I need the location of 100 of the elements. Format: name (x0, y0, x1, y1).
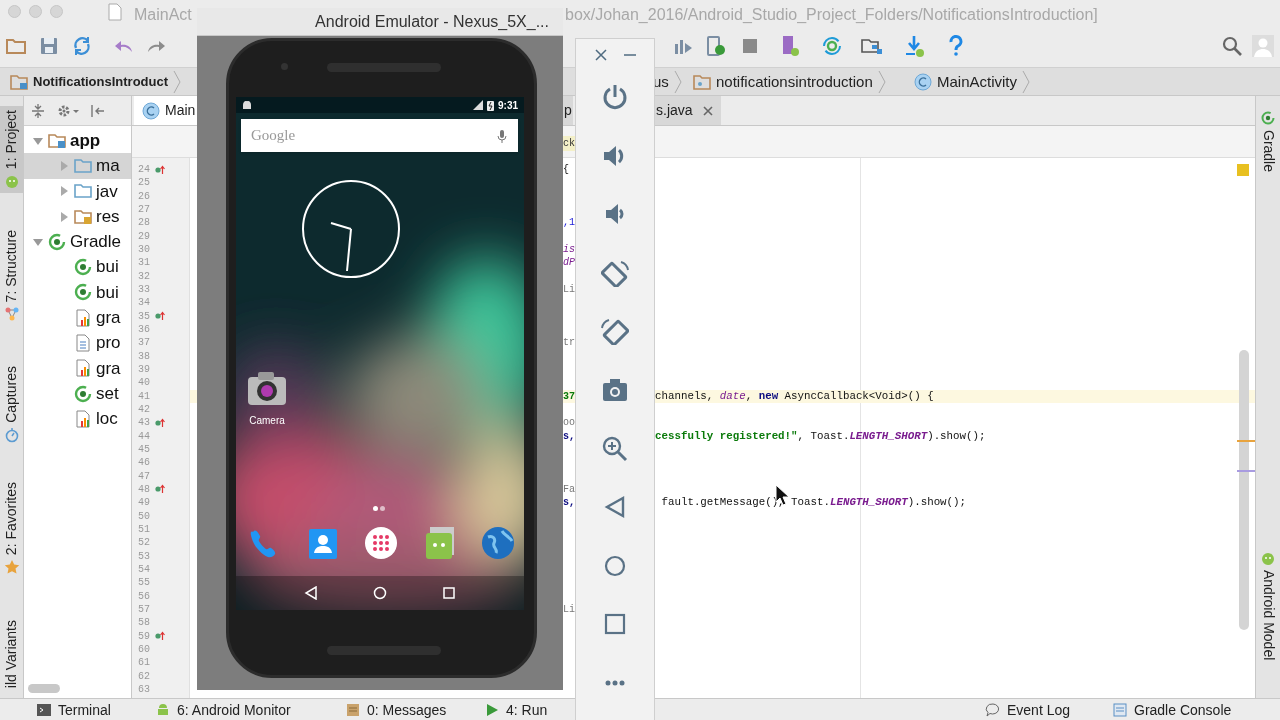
tree-item[interactable]: pro (24, 330, 131, 356)
line-number: 50 (137, 509, 150, 523)
window-title: box/Johan_2016/Android_Studio_Project_Folders/NotificationsIntroduction] (565, 5, 1098, 25)
tree-item[interactable]: gra (24, 355, 131, 381)
code-line: cessfully registered!", Toast.LENGTH_SHORT).show(); (655, 429, 986, 443)
power-icon[interactable] (601, 83, 629, 111)
chart-file-icon (73, 307, 93, 328)
tool-window-tab[interactable]: 1: Project (0, 106, 23, 194)
line-number: 41 (137, 389, 150, 403)
star-icon (3, 559, 20, 576)
override-marker-icon[interactable] (155, 164, 165, 175)
speech-bubble-icon (985, 702, 1001, 718)
tree-item[interactable]: Gradle (24, 229, 131, 255)
line-number: 52 (137, 536, 150, 550)
code-line: channels, date, new AsyncCallback<Void>() { (655, 389, 934, 403)
breadcrumb[interactable]: notificationsintroduction (693, 72, 886, 92)
breadcrumb[interactable]: MainActivity (914, 72, 1031, 92)
tool-window-button[interactable]: 6: Android Monitor (155, 701, 291, 719)
tree-item[interactable]: jav (24, 178, 131, 204)
line-number: 45 (137, 442, 150, 456)
override-marker-icon[interactable] (155, 484, 165, 495)
override-marker-icon[interactable] (155, 417, 165, 428)
line-number: 55 (137, 576, 150, 590)
gradle-sync-icon[interactable] (820, 34, 844, 58)
line-number: 43 (137, 416, 150, 430)
tool-window-button[interactable]: 0: Messages (345, 701, 447, 719)
close-icon[interactable] (594, 49, 607, 61)
class-icon (142, 101, 160, 120)
tree-item[interactable]: app (24, 128, 131, 154)
line-number: 57 (137, 602, 150, 616)
tool-window-tab[interactable]: Android Model (1256, 546, 1280, 665)
gradle-icon (1260, 110, 1276, 126)
line-number: 28 (137, 216, 150, 230)
line-number: 49 (137, 496, 150, 510)
tool-window-tab[interactable]: ild Variants (0, 616, 23, 693)
class-icon (914, 73, 932, 91)
override-marker-icon[interactable] (155, 631, 165, 642)
tree-item[interactable]: bui (24, 254, 131, 280)
tool-window-tab[interactable]: Captures (0, 362, 23, 447)
line-number: 62 (137, 669, 150, 683)
back-icon[interactable] (303, 586, 318, 600)
gradle-icon (73, 282, 93, 303)
line-number: 30 (137, 242, 150, 256)
app-drawer-icon[interactable] (363, 525, 399, 561)
editor-tab[interactable]: p (563, 96, 573, 125)
tree-item[interactable]: ma (24, 153, 131, 179)
tool-window-button[interactable]: Gradle Console (1112, 701, 1232, 719)
collapsed-arrow-icon[interactable] (58, 210, 70, 223)
tree-item[interactable]: bui (24, 279, 131, 306)
line-number: 25 (137, 176, 150, 190)
home-icon[interactable] (373, 586, 387, 600)
tool-window-button[interactable]: Terminal (36, 701, 111, 719)
code-text: dP (563, 256, 575, 270)
overview-icon[interactable] (442, 586, 457, 600)
collapse-all-icon[interactable] (30, 102, 46, 119)
structure-icon (3, 306, 20, 323)
tree-item[interactable]: res (24, 203, 131, 230)
scrollbar-thumb[interactable] (28, 683, 60, 693)
close-icon[interactable] (702, 105, 713, 116)
error-stripe-mark (1237, 440, 1255, 442)
rotate-left-icon[interactable] (601, 258, 629, 287)
zoom-in-icon[interactable] (601, 434, 629, 463)
chevron-icon (1022, 71, 1031, 93)
code-text: s, (563, 496, 575, 510)
line-number: 29 (137, 229, 150, 243)
hide-panel-icon[interactable] (90, 102, 106, 119)
breadcrumb[interactable]: NotificationsIntroduct (10, 72, 182, 92)
tool-window-button[interactable]: Event Log (985, 701, 1071, 719)
tree-item[interactable]: gra (24, 305, 131, 331)
tool-window-tab[interactable]: Gradle (1256, 106, 1280, 177)
microphone-icon[interactable] (496, 128, 508, 143)
code-text: ,1 (563, 216, 575, 230)
line-number: 40 (137, 376, 150, 390)
tool-window-button[interactable]: 4: Run (484, 701, 548, 719)
code-text: 37 (563, 389, 575, 403)
stopwatch-icon (3, 426, 20, 443)
collapsed-arrow-icon[interactable] (58, 185, 70, 198)
debug-device-icon[interactable] (704, 34, 728, 58)
line-number: 33 (137, 282, 150, 296)
line-number: 44 (137, 429, 150, 443)
code-text: ck (563, 136, 575, 151)
globe-app-icon[interactable] (480, 525, 516, 561)
tree-item[interactable]: loc (24, 406, 131, 432)
editor-tab[interactable]: s.java (655, 96, 721, 125)
override-marker-icon[interactable] (155, 311, 165, 322)
code-text: s, (563, 429, 575, 443)
run-icon (484, 702, 500, 718)
android-icon (155, 702, 171, 718)
line-number: 24 (137, 163, 150, 176)
tool-window-tab[interactable]: 2: Favorites (0, 478, 23, 580)
tree-item[interactable]: set (24, 380, 131, 407)
console-icon (1112, 702, 1128, 718)
window-title: Android Emulator - Nexus_5X_... (315, 11, 549, 32)
tool-window-tab[interactable]: 7: Structure (0, 226, 23, 327)
scrollbar-thumb[interactable] (1239, 350, 1249, 630)
editor-tab[interactable]: Main (134, 96, 197, 125)
rotate-right-icon[interactable] (601, 317, 629, 346)
line-number: 31 (137, 256, 150, 270)
search-icon[interactable] (1220, 34, 1244, 58)
code-text: is (563, 242, 575, 256)
